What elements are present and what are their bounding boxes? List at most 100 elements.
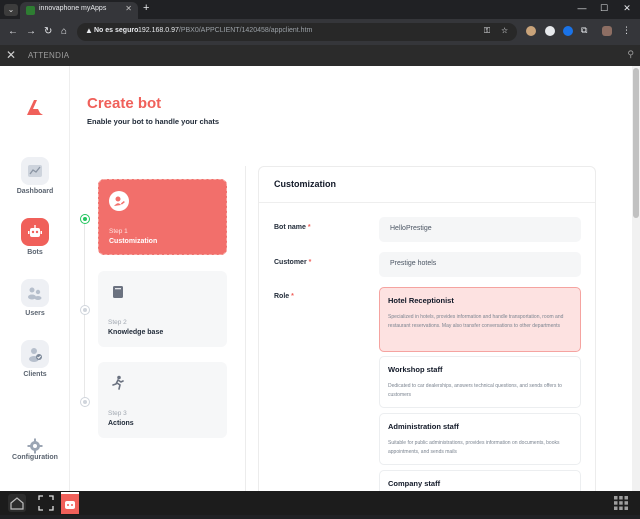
- sidebar-item-label: Clients: [23, 371, 47, 378]
- client-check-icon: [21, 340, 49, 368]
- robot-icon: [21, 218, 49, 246]
- step-number: Step 1: [109, 228, 128, 235]
- users-icon: [21, 279, 49, 307]
- bot-name-label-text: Bot name: [274, 224, 306, 231]
- sidebar-item-label: Dashboard: [16, 188, 54, 195]
- sidebar-item-clients[interactable]: Clients: [0, 340, 70, 390]
- sidebar-item-users[interactable]: Users: [0, 279, 70, 329]
- favicon-icon: [26, 6, 35, 15]
- bookmark-star-icon[interactable]: ☆: [501, 26, 508, 35]
- reload-icon[interactable]: ↻: [44, 26, 52, 37]
- chart-icon: [21, 157, 49, 185]
- panel-title: Customization: [274, 179, 336, 189]
- role-option-administration-staff[interactable]: Administration staff Suitable for public…: [379, 413, 581, 465]
- attendia-app-button[interactable]: [61, 492, 79, 514]
- profile-avatar[interactable]: [602, 26, 612, 36]
- tab-title: innovaphone myApps: [39, 5, 107, 12]
- role-name: Administration staff: [388, 422, 459, 431]
- running-icon: [112, 375, 124, 390]
- role-name: Hotel Receptionist: [388, 296, 454, 305]
- step-card-actions[interactable]: Step 3 Actions: [98, 362, 227, 438]
- page-scrollbar[interactable]: [632, 66, 640, 491]
- fullscreen-icon[interactable]: [38, 495, 54, 511]
- required-marker: *: [291, 293, 294, 300]
- home-icon[interactable]: ⌂: [61, 26, 67, 37]
- column-divider: [245, 166, 246, 491]
- app-title: ATTENDIA: [28, 51, 70, 60]
- role-option-workshop-staff[interactable]: Workshop staff Dedicated to car dealersh…: [379, 356, 581, 408]
- role-option-company-staff[interactable]: Company staff: [379, 470, 581, 491]
- step-indicator-1: [80, 214, 90, 224]
- browser-tab[interactable]: innovaphone myApps ✕: [20, 2, 138, 19]
- pin-icon[interactable]: ⚲: [627, 49, 634, 60]
- home-button[interactable]: [8, 494, 26, 512]
- tab-search-button[interactable]: ⌄: [4, 4, 18, 16]
- key-icon[interactable]: ⚿: [484, 26, 490, 36]
- apps-grid-icon[interactable]: [613, 495, 629, 511]
- step-indicator-2: [80, 305, 90, 315]
- warning-icon[interactable]: ▲: [85, 26, 93, 35]
- window-close-icon[interactable]: ✕: [617, 3, 637, 14]
- url-path: /PBX0/APPCLIENT/1420458/appclient.htm: [178, 27, 313, 34]
- bot-name-input[interactable]: HelloPrestige: [379, 217, 581, 242]
- extension-record-icon[interactable]: [545, 26, 555, 36]
- step-number: Step 2: [108, 319, 127, 326]
- sidebar-item-configuration[interactable]: Configuration: [0, 432, 70, 482]
- sidebar-item-dashboard[interactable]: Dashboard: [0, 157, 70, 207]
- required-marker: *: [307, 224, 311, 231]
- close-tab-icon[interactable]: ✕: [125, 4, 132, 13]
- browser-menu-icon[interactable]: ⋮: [622, 25, 631, 36]
- step-name: Actions: [108, 420, 134, 427]
- role-option-hotel-receptionist[interactable]: Hotel Receptionist Specialized in hotels…: [379, 287, 581, 352]
- extensions-puzzle-icon[interactable]: ⧉: [581, 25, 587, 36]
- sidebar-item-label: Bots: [27, 249, 43, 256]
- forward-icon[interactable]: →: [26, 26, 36, 37]
- back-icon[interactable]: ←: [8, 26, 18, 37]
- url-text[interactable]: 192.168.0.97/PBX0/APPCLIENT/1420458/appc…: [138, 27, 312, 34]
- role-name: Company staff: [388, 479, 441, 488]
- scrollbar-thumb[interactable]: [633, 68, 639, 218]
- role-description: Suitable for public administrations, pro…: [388, 440, 560, 455]
- app-page: Dashboard Bots Users Clients Configurati: [0, 66, 632, 491]
- sidebar-item-bots[interactable]: Bots: [0, 218, 70, 268]
- customer-input[interactable]: Prestige hotels: [379, 252, 581, 277]
- address-bar[interactable]: ▲ No es seguro 192.168.0.97/PBX0/APPCLIE…: [77, 23, 517, 41]
- step-number: Step 3: [108, 410, 127, 417]
- bot-name-label: Bot name *: [274, 224, 311, 231]
- role-name: Workshop staff: [388, 365, 443, 374]
- new-tab-button[interactable]: +: [143, 2, 149, 14]
- minimize-icon[interactable]: —: [572, 3, 592, 13]
- book-icon: [113, 286, 123, 298]
- customer-label: Customer *: [274, 259, 311, 266]
- app-titlebar: ✕ ATTENDIA ⚲: [0, 45, 640, 66]
- step-card-knowledge-base[interactable]: Step 2 Knowledge base: [98, 271, 227, 347]
- user-edit-icon: [109, 191, 129, 211]
- panel-divider: [259, 202, 595, 203]
- customization-panel: Customization Bot name * HelloPrestige C…: [258, 166, 596, 491]
- browser-toolbar: ← → ↻ ⌂ ▲ No es seguro 192.168.0.97/PBX0…: [0, 19, 640, 45]
- sidebar-item-label: Configuration: [12, 454, 58, 461]
- myapps-bottom-bar: [0, 491, 640, 515]
- sidebar: Dashboard Bots Users Clients Configurati: [0, 66, 70, 491]
- home-icon: [10, 497, 24, 510]
- url-host: 192.168.0.97: [138, 27, 179, 34]
- extension-blue-icon[interactable]: [563, 26, 573, 36]
- role-description: Dedicated to car dealerships, answers te…: [388, 383, 562, 398]
- extension-cookie-icon[interactable]: [526, 26, 536, 36]
- role-description: Specialized in hotels, provides informat…: [388, 314, 564, 329]
- step-card-customization[interactable]: Step 1 Customization: [98, 179, 227, 255]
- step-name: Customization: [109, 238, 158, 245]
- page-subtitle: Enable your bot to handle your chats: [87, 117, 220, 126]
- attendia-logo-icon: [27, 100, 43, 115]
- required-marker: *: [308, 259, 312, 266]
- browser-tab-strip: ⌄ innovaphone myApps ✕ + — ☐ ✕: [0, 0, 640, 19]
- customer-label-text: Customer: [274, 259, 307, 266]
- robot-icon: [65, 501, 75, 509]
- maximize-icon[interactable]: ☐: [594, 3, 614, 14]
- security-label[interactable]: No es seguro: [94, 27, 138, 34]
- sidebar-item-label: Users: [25, 310, 45, 317]
- app-close-icon[interactable]: ✕: [6, 48, 16, 62]
- step-name: Knowledge base: [108, 329, 164, 336]
- role-label-text: Role: [274, 293, 290, 300]
- role-label: Role *: [274, 293, 294, 300]
